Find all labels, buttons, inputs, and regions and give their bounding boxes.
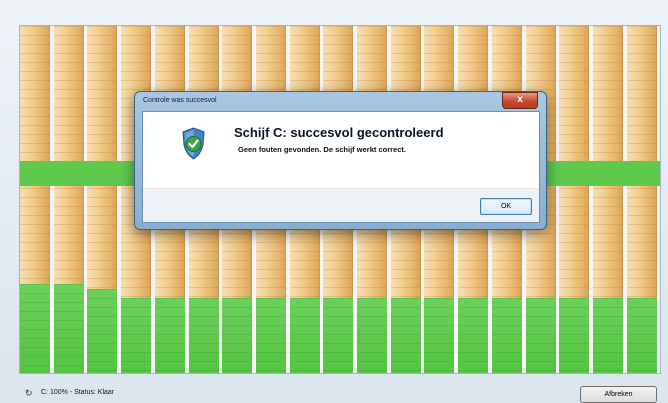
block-column-checked xyxy=(53,284,84,373)
block-column-checked xyxy=(559,298,590,373)
dialog-footer: OK xyxy=(143,188,539,222)
block-column xyxy=(592,26,623,373)
block-column xyxy=(53,26,84,373)
status-text: C: 100% - Status: Klaar xyxy=(41,389,115,396)
block-column xyxy=(20,26,50,373)
dialog-message: Geen fouten gevonden. De schijf werkt co… xyxy=(238,145,406,154)
dialog-heading: Schijf C: succesvol gecontroleerd xyxy=(234,125,444,140)
block-column-checked xyxy=(154,298,185,373)
block-column xyxy=(87,26,118,373)
block-column xyxy=(626,26,657,373)
block-column-checked xyxy=(525,298,556,373)
block-column-checked xyxy=(121,298,152,373)
block-column-checked xyxy=(491,298,522,373)
block-column-checked xyxy=(20,284,50,373)
dialog-body: Schijf C: succesvol gecontroleerd Geen f… xyxy=(142,111,540,223)
close-button[interactable]: x xyxy=(502,92,538,109)
spinner-icon: ↻ xyxy=(25,388,33,398)
block-column-checked xyxy=(390,298,421,373)
disk-check-window: Controle was succesvol x Schijf C: succe… xyxy=(0,0,668,403)
block-column xyxy=(559,26,590,373)
success-dialog: Controle was succesvol x Schijf C: succe… xyxy=(134,91,547,230)
block-column-checked xyxy=(255,298,286,373)
block-column-checked xyxy=(188,298,219,373)
shield-check-icon xyxy=(182,127,205,160)
block-column-checked xyxy=(357,298,387,373)
block-column-checked xyxy=(87,289,118,373)
close-icon: x xyxy=(517,94,523,105)
dialog-title: Controle was succesvol xyxy=(143,97,217,104)
ok-button[interactable]: OK xyxy=(480,198,532,215)
block-column-checked xyxy=(592,298,623,373)
block-column-checked xyxy=(424,298,455,373)
block-column-checked xyxy=(323,298,354,373)
block-column-checked xyxy=(222,298,253,373)
block-column-checked xyxy=(458,298,489,373)
block-column-checked xyxy=(626,298,657,373)
cancel-button[interactable]: Afbreken xyxy=(580,386,657,403)
block-column-checked xyxy=(289,298,320,373)
